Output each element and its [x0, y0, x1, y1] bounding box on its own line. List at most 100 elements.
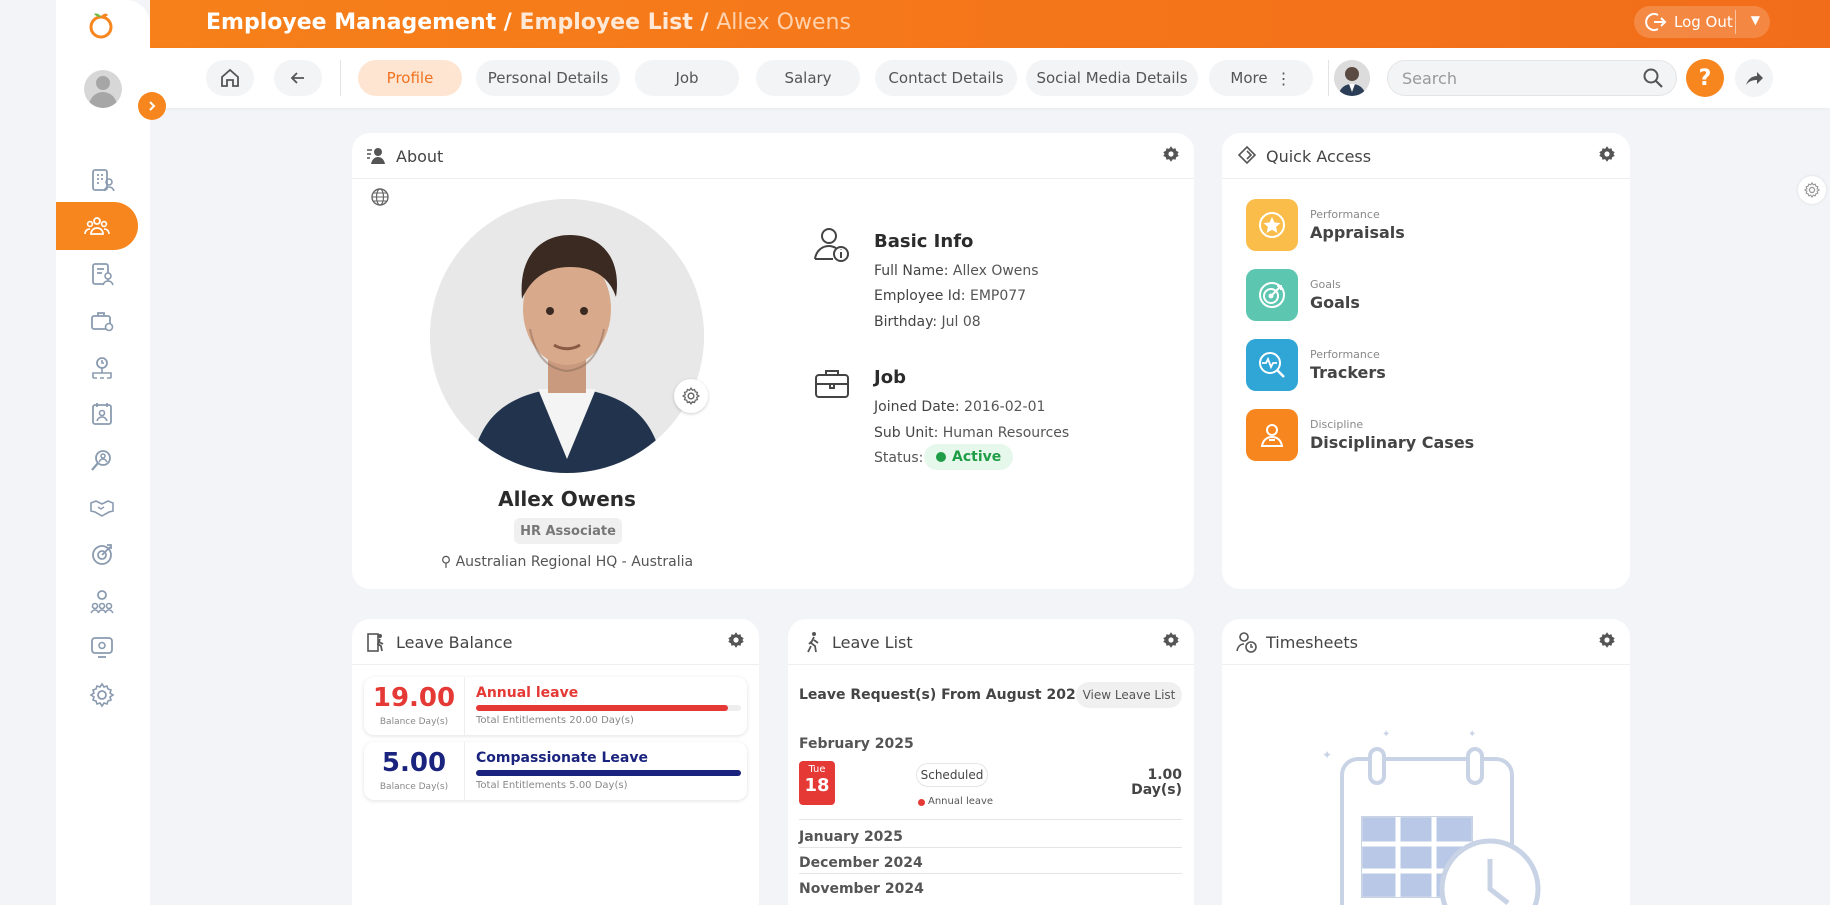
tab-salary[interactable]: Salary [756, 60, 860, 96]
employee-id-row: Employee Id: EMP077 [874, 288, 1026, 304]
leave-list-header: Leave List [788, 619, 1194, 665]
briefcase-gear-icon [91, 312, 114, 332]
person-shape [1260, 424, 1284, 447]
view-leave-list-button[interactable]: View Leave List [1076, 682, 1182, 708]
walking-person-icon [807, 632, 819, 653]
back-button[interactable] [274, 60, 322, 96]
breadcrumb: Employee Management / Employee List / Al… [206, 10, 851, 35]
employee-name: Allex Owens [498, 487, 636, 511]
tab-personal-details[interactable]: Personal Details [476, 60, 620, 96]
leave-duration-amount: 1.00 [1147, 767, 1182, 783]
quick-access-card: Quick Access Performance Appraisals Goal… [1222, 133, 1630, 589]
sidebar-item-recruitment[interactable] [82, 350, 122, 386]
quick-access-trackers[interactable]: Performance Trackers [1246, 339, 1546, 391]
timesheets-card: Timesheets ✦ ✦ ✦ [1222, 619, 1630, 905]
logout-button[interactable]: Log Out ▼ [1634, 6, 1770, 38]
handshake-icon [90, 500, 114, 517]
leave-type-label: Annual leave [918, 796, 993, 807]
home-button[interactable] [206, 60, 254, 96]
nav-divider [340, 60, 341, 96]
expand-sidebar-button[interactable] [138, 92, 166, 120]
basic-info-heading: Basic Info [874, 231, 974, 252]
location-text: Australian Regional HQ - Australia [455, 554, 694, 570]
sidebar [56, 0, 166, 905]
target-icon [92, 544, 112, 565]
tab-social-media-details[interactable]: Social Media Details [1026, 60, 1198, 96]
calendar-user-icon [92, 403, 112, 425]
sidebar-item-settings[interactable] [82, 677, 122, 713]
monitor-gear-icon [91, 637, 113, 658]
status-label: Status: [874, 450, 924, 466]
user-avatar[interactable] [84, 70, 122, 108]
location-pin-icon: ⚲ [440, 554, 452, 570]
sidebar-item-admin[interactable] [82, 162, 122, 198]
quick-access-disciplinary-cases[interactable]: Discipline Disciplinary Cases [1246, 409, 1546, 461]
logout-icon [1645, 13, 1667, 31]
gear-icon[interactable] [1162, 631, 1180, 649]
walking-door-icon [367, 633, 384, 652]
balance-progress [476, 770, 741, 776]
gear-icon[interactable] [1598, 145, 1616, 163]
quick-access-appraisals[interactable]: Performance Appraisals [1246, 199, 1546, 251]
edit-photo-button[interactable] [674, 379, 708, 413]
sidebar-item-performance[interactable] [82, 443, 122, 479]
qa-label: Goals [1310, 293, 1360, 312]
tab-contact-details[interactable]: Contact Details [875, 60, 1017, 96]
svg-text:✦: ✦ [1382, 729, 1390, 740]
sidebar-item-buzz[interactable] [82, 583, 122, 619]
employee-location: ⚲ Australian Regional HQ - Australia [412, 554, 722, 570]
leave-balance-row[interactable]: 5.00 Balance Day(s) Compassionate Leave … [364, 742, 747, 800]
month-heading: November 2024 [799, 881, 924, 897]
job-title-badge: HR Associate [514, 518, 622, 544]
leave-balance-title: Leave Balance [396, 633, 513, 652]
divider [799, 873, 1182, 874]
tracker-shape [1259, 352, 1285, 378]
employee-avatar[interactable] [1334, 60, 1370, 96]
team-award-icon [90, 590, 114, 614]
sidebar-item-leave[interactable] [82, 256, 122, 292]
sidebar-item-my-info[interactable] [82, 396, 122, 432]
employee-id-value: EMP077 [969, 288, 1027, 304]
timesheets-header: Timesheets [1222, 619, 1630, 665]
profile-portrait [430, 199, 704, 473]
sidebar-item-goals[interactable] [82, 536, 122, 572]
page-settings-button[interactable] [1798, 176, 1826, 204]
sidebar-item-time[interactable] [82, 303, 122, 339]
user-card-icon [367, 148, 385, 164]
divider [464, 677, 465, 735]
leave-balance-card: Leave Balance 19.00 Balance Day(s) Annua… [352, 619, 759, 905]
caret-down-icon[interactable]: ▼ [1751, 13, 1760, 27]
tab-more[interactable]: More ⋮ [1209, 60, 1313, 96]
search-input[interactable] [1402, 61, 1632, 95]
help-button[interactable]: ? [1686, 59, 1724, 97]
share-button[interactable] [1735, 59, 1773, 97]
user-info-icon [814, 228, 849, 262]
month-heading: February 2025 [799, 736, 914, 752]
joined-date-label: Joined Date: [874, 399, 960, 415]
gear-icon[interactable] [1162, 145, 1180, 163]
quick-access-goals[interactable]: Goals Goals [1246, 269, 1546, 321]
layers-icon [1237, 145, 1257, 165]
about-card: About Allex Owens HR Associate ⚲ Austral… [352, 133, 1194, 589]
sidebar-item-dashboard[interactable] [82, 489, 122, 525]
breadcrumb-employee-list[interactable]: Employee List / [520, 10, 709, 35]
globe-icon[interactable] [370, 187, 390, 207]
month-heading: January 2025 [799, 829, 903, 845]
orangehrm-logo[interactable] [86, 10, 116, 40]
sub-unit-value: Human Resources [942, 425, 1070, 441]
tab-job[interactable]: Job [635, 60, 739, 96]
sidebar-item-pim[interactable] [56, 202, 138, 250]
sub-unit-label: Sub Unit: [874, 425, 939, 441]
gear-icon[interactable] [727, 631, 745, 649]
gear-icon[interactable] [1598, 631, 1616, 649]
target-icon [1246, 269, 1298, 321]
leave-list-card: Leave List Leave Request(s) From August … [788, 619, 1194, 905]
star-icon [1246, 199, 1298, 251]
birthday-row: Birthday: Jul 08 [874, 314, 981, 330]
search-icon[interactable] [1642, 67, 1664, 89]
sidebar-item-maintenance[interactable] [82, 629, 122, 665]
leave-balance-row[interactable]: 19.00 Balance Day(s) Annual leave Total … [364, 677, 747, 735]
breadcrumb-root[interactable]: Employee Management / [206, 10, 512, 35]
tab-profile[interactable]: Profile [358, 60, 462, 96]
tab-more-label: More [1230, 69, 1268, 87]
